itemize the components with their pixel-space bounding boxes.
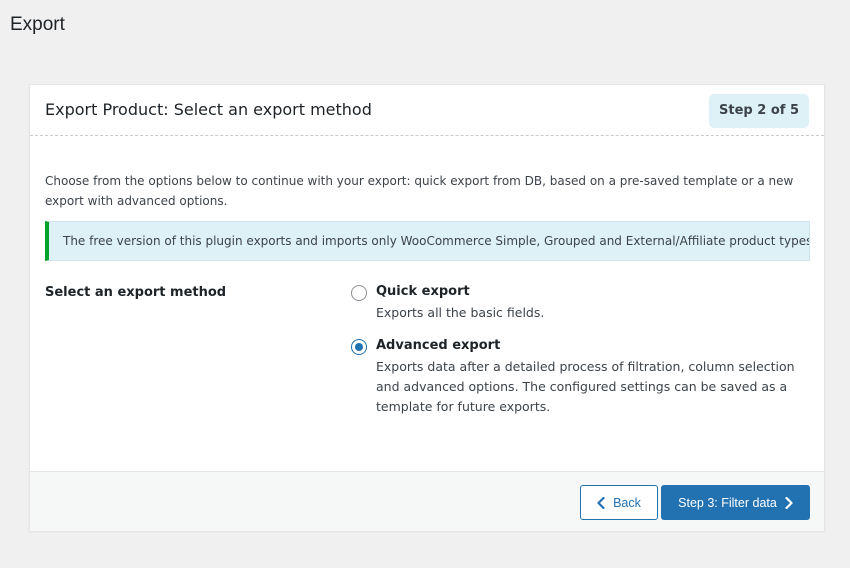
page-title: Export — [10, 14, 65, 35]
back-button[interactable]: Back — [580, 485, 658, 520]
export-method-label: Select an export method — [45, 285, 227, 300]
quick-export-description: Exports all the basic fields. — [376, 305, 545, 320]
advanced-export-radio[interactable] — [351, 339, 367, 355]
advanced-export-description: Exports data after a detailed process of… — [376, 359, 795, 414]
export-card: Export Product: Select an export method … — [29, 84, 825, 531]
free-version-notice: The free version of this plugin exports … — [45, 221, 810, 261]
back-button-label: Back — [613, 495, 641, 510]
next-step-button-label: Step 3: Filter data — [678, 495, 777, 510]
card-header: Export Product: Select an export method … — [30, 85, 824, 136]
chevron-left-icon — [597, 496, 605, 509]
intro-text: Choose from the options below to continu… — [45, 174, 794, 208]
quick-export-title[interactable]: Quick export — [376, 284, 470, 299]
card-footer: Back Step 3: Filter data — [30, 471, 824, 531]
step-badge: Step 2 of 5 — [709, 94, 809, 128]
quick-export-radio[interactable] — [351, 285, 367, 301]
chevron-right-icon — [785, 496, 793, 509]
advanced-export-title[interactable]: Advanced export — [376, 338, 500, 353]
next-step-button[interactable]: Step 3: Filter data — [661, 485, 810, 520]
card-title: Export Product: Select an export method — [45, 100, 372, 119]
